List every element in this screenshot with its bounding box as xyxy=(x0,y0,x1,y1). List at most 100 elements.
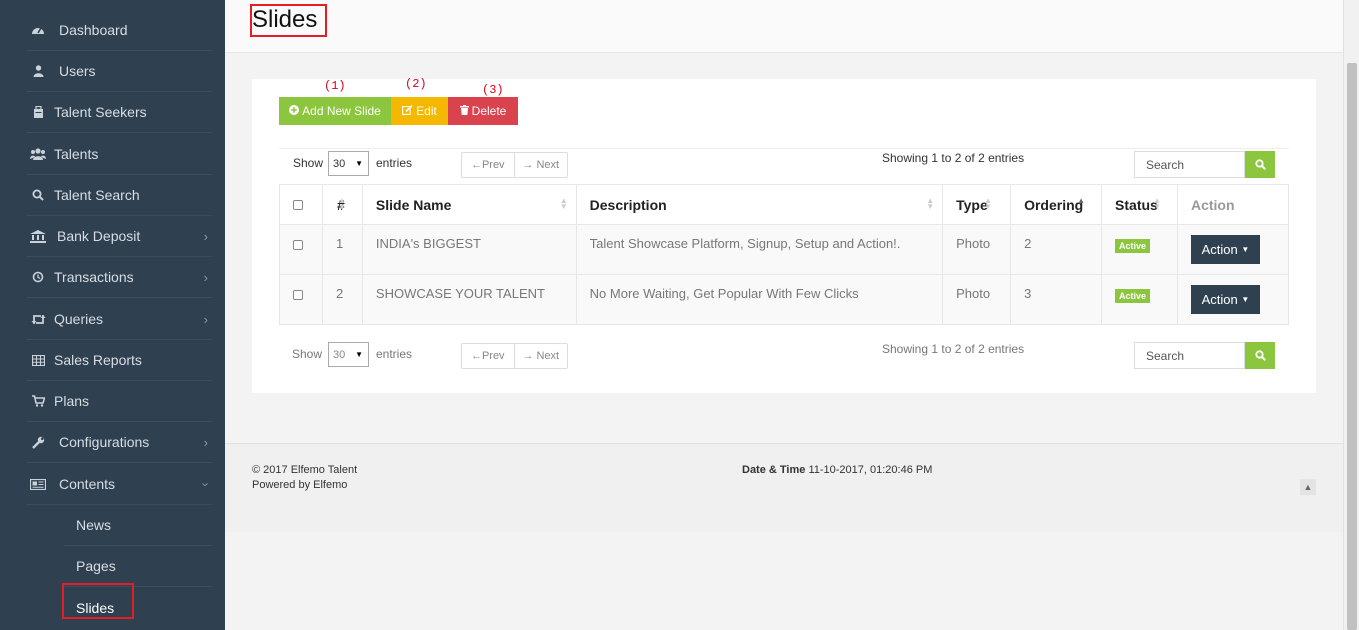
col-header-slide-name[interactable]: Slide Name ▲ ▼ xyxy=(361,184,577,225)
row-checkbox[interactable] xyxy=(293,290,303,300)
search-input[interactable]: Search xyxy=(1134,151,1245,178)
search-input[interactable]: Search xyxy=(1134,342,1245,369)
page-header: Slides xyxy=(225,0,1343,53)
next-button[interactable]: → Next xyxy=(513,344,568,368)
table-icon xyxy=(27,354,49,366)
date-time: Date & Time 11-10-2017, 01:20:46 PM xyxy=(742,464,932,476)
sidebar-item-queries[interactable]: Queries › xyxy=(27,299,212,340)
cell-status: Active xyxy=(1101,274,1178,325)
col-header-num[interactable]: # ▲ ▼ xyxy=(321,184,363,225)
col-header-action: Action xyxy=(1176,184,1290,225)
sort-icon: ▲ ▼ xyxy=(1153,196,1161,211)
retweet-icon xyxy=(27,314,49,325)
edit-button[interactable]: Edit xyxy=(391,97,448,125)
sort-asc-icon: ▲ xyxy=(1077,196,1086,205)
page-size-select[interactable]: 30 ▼ xyxy=(328,342,369,367)
highlight-box-title xyxy=(250,4,327,37)
history-icon xyxy=(27,271,49,283)
cell-action: Action ▼ xyxy=(1176,224,1290,275)
sidebar-item-plans[interactable]: Plans xyxy=(27,381,212,422)
cell-type: Photo xyxy=(942,224,1012,275)
next-button[interactable]: → Next xyxy=(513,153,568,177)
sidebar-item-talent-seekers[interactable]: Talent Seekers xyxy=(27,92,212,133)
col-header-type[interactable]: Type ▲ ▼ xyxy=(942,184,1012,225)
action-dropdown-button[interactable]: Action ▼ xyxy=(1190,235,1260,264)
briefcase-icon xyxy=(27,105,49,119)
sidebar-subitem-news[interactable]: News xyxy=(64,505,212,546)
entries-label: entries xyxy=(376,156,413,170)
search-icon xyxy=(27,189,49,201)
caret-down-icon: ▼ xyxy=(1241,245,1250,254)
cell-type: Photo xyxy=(942,274,1012,325)
cell-description: Talent Showcase Platform, Signup, Setup … xyxy=(575,224,944,275)
slides-table: # ▲ ▼ Slide Name ▲ ▼ Description ▲ ▼ Type ▲ ▼ Or… xyxy=(279,184,1290,325)
row-select-cell xyxy=(279,274,323,325)
footer: © 2017 Elfemo Talent Powered by Elfemo D… xyxy=(225,443,1343,532)
search-button[interactable] xyxy=(1245,342,1275,369)
cell-slide-name: INDIA's BIGGEST xyxy=(361,224,577,275)
col-header-status[interactable]: Status ▲ ▼ xyxy=(1101,184,1178,225)
cell-ordering: 2 xyxy=(1010,224,1103,275)
annotation-3: (3) xyxy=(482,83,504,97)
search-icon xyxy=(1254,159,1266,170)
bank-icon xyxy=(27,229,49,243)
chevron-right-icon: › xyxy=(203,311,208,327)
cell-slide-name: SHOWCASE YOUR TALENT xyxy=(361,274,577,325)
col-header-description[interactable]: Description ▲ ▼ xyxy=(575,184,944,225)
add-new-slide-button[interactable]: Add New Slide xyxy=(279,97,391,125)
annotation-2: (2) xyxy=(405,77,427,91)
caret-down-icon: ▼ xyxy=(355,159,363,168)
sidebar-item-users[interactable]: Users xyxy=(27,51,212,92)
sort-icon: ▲ ▼ xyxy=(559,196,568,211)
sidebar-item-sales-reports[interactable]: Sales Reports xyxy=(27,340,212,381)
sort-icon: ▲ ▼ xyxy=(984,196,993,211)
scrollbar[interactable] xyxy=(1343,0,1359,630)
date-time-value: 11-10-2017, 01:20:46 PM xyxy=(808,464,933,476)
cell-ordering: 3 xyxy=(1010,274,1103,325)
sidebar-item-configurations[interactable]: Configurations › xyxy=(27,422,212,463)
chevron-right-icon: › xyxy=(203,228,208,244)
page-size-select[interactable]: 30 ▼ xyxy=(328,151,369,176)
table-info: Showing 1 to 2 of 2 entries xyxy=(882,151,1025,165)
cell-action: Action ▼ xyxy=(1176,274,1290,325)
users-icon xyxy=(27,148,49,160)
chevron-right-icon: › xyxy=(203,434,208,450)
sidebar-item-contents[interactable]: Contents › xyxy=(27,464,214,505)
row-checkbox[interactable] xyxy=(293,240,303,250)
annotation-1: (1) xyxy=(324,79,346,93)
select-all-checkbox[interactable] xyxy=(293,199,303,210)
prev-button[interactable]: ←Prev xyxy=(462,344,514,368)
delete-button[interactable]: Delete xyxy=(448,97,518,125)
show-label: Show xyxy=(293,156,324,170)
sidebar-item-transactions[interactable]: Transactions › xyxy=(27,257,212,298)
chevron-down-icon: › xyxy=(198,481,214,487)
sidebar-item-talents[interactable]: Talents xyxy=(27,134,212,175)
col-header-ordering[interactable]: Ordering ▲ xyxy=(1010,184,1103,225)
cell-num: 2 xyxy=(321,274,363,325)
scrollbar-thumb[interactable] xyxy=(1347,63,1357,630)
search-button[interactable] xyxy=(1245,151,1275,178)
sidebar-item-talent-search[interactable]: Talent Search xyxy=(27,175,212,216)
chevron-right-icon: › xyxy=(203,269,208,285)
status-badge: Active xyxy=(1115,239,1151,253)
pager: ←Prev → Next xyxy=(461,343,568,369)
cart-icon xyxy=(27,395,49,407)
table-info: Showing 1 to 2 of 2 entries xyxy=(882,342,1025,356)
newspaper-icon xyxy=(27,478,49,490)
table-header-row: # ▲ ▼ Slide Name ▲ ▼ Description ▲ ▼ Type ▲ ▼ Or… xyxy=(279,184,1290,225)
cell-description: No More Waiting, Get Popular With Few Cl… xyxy=(575,274,944,325)
chevron-up-icon: ▲ xyxy=(1303,482,1313,492)
sidebar-item-dashboard[interactable]: Dashboard xyxy=(27,10,212,51)
date-time-label: Date & Time xyxy=(742,464,806,476)
sort-icon: ▲ ▼ xyxy=(926,196,935,211)
pager: ←Prev → Next xyxy=(461,152,568,178)
action-dropdown-button[interactable]: Action ▼ xyxy=(1190,285,1260,314)
scroll-top-button[interactable]: ▲ xyxy=(1300,479,1316,495)
cell-status: Active xyxy=(1101,224,1178,275)
trash-icon xyxy=(459,104,469,118)
search-icon xyxy=(1254,350,1266,361)
sidebar-subitem-pages[interactable]: Pages xyxy=(64,546,212,587)
sidebar-item-bank-deposit[interactable]: Bank Deposit › xyxy=(27,216,212,257)
prev-button[interactable]: ←Prev xyxy=(462,153,514,177)
dashboard-icon xyxy=(27,24,49,36)
